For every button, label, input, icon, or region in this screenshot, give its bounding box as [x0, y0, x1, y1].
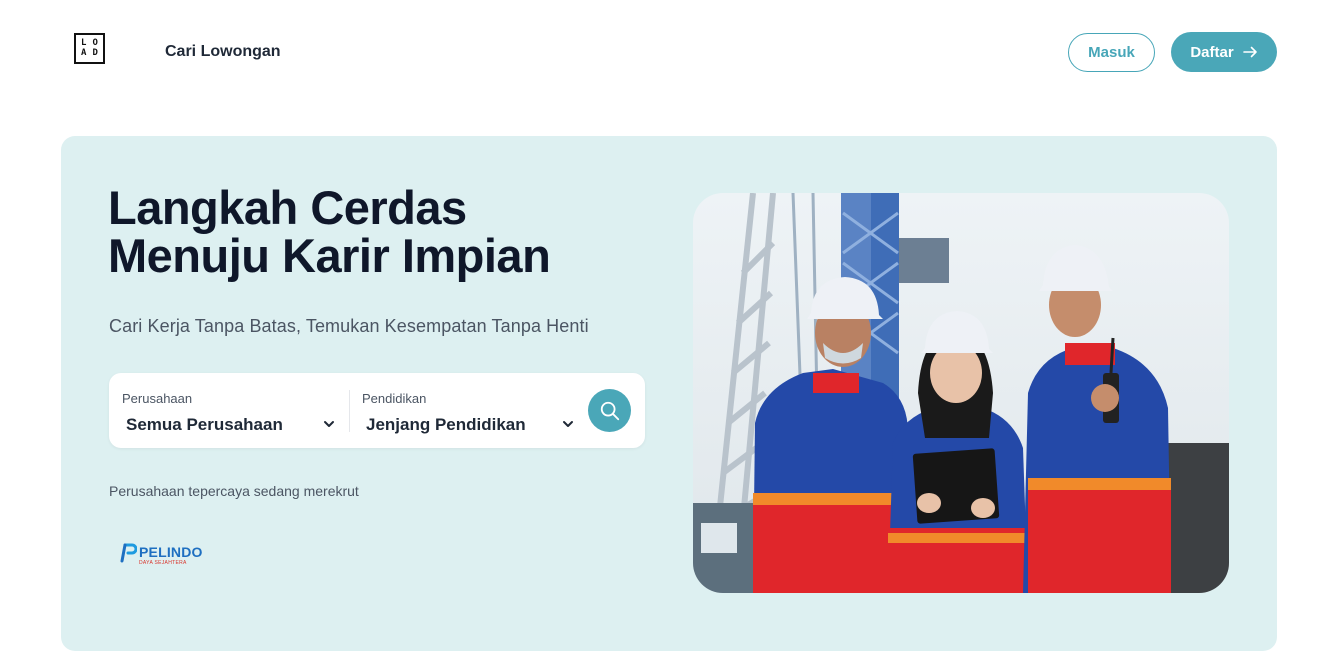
pelindo-mark-icon — [120, 543, 137, 563]
hero-subheadline: Cari Kerja Tanpa Batas, Temukan Kesempat… — [109, 316, 589, 336]
education-label: Pendidikan — [362, 391, 427, 406]
nav-cari-lowongan[interactable]: Cari Lowongan — [165, 43, 281, 61]
arrow-right-icon — [1242, 46, 1257, 58]
hero-headline: Langkah Cerdas Menuju Karir Impian — [108, 184, 668, 280]
login-button[interactable]: Masuk — [1068, 33, 1155, 72]
partner-tagline: DAYA SEJAHTERA — [139, 560, 187, 566]
load-logo[interactable]: L O A D — [66, 33, 114, 71]
logo-mark: L O A D — [74, 33, 105, 64]
hero-section: Langkah Cerdas Menuju Karir Impian Cari … — [61, 136, 1277, 651]
register-button-label: Daftar — [1190, 43, 1234, 61]
search-icon — [600, 401, 619, 420]
partner-name: PELINDO — [139, 544, 203, 560]
company-value: Semua Perusahaan — [126, 415, 283, 434]
pelindo-logo[interactable]: PELINDO DAYA SEJAHTERA — [119, 541, 209, 567]
chevron-down-icon — [324, 421, 334, 427]
job-search-bar: Perusahaan Semua Perusahaan Pendidikan J… — [109, 373, 645, 448]
container-bg — [1163, 443, 1229, 593]
chevron-down-icon — [563, 421, 573, 427]
site-header: L O A D Cari Lowongan Masuk Daftar — [0, 0, 1340, 104]
hero-photo — [693, 193, 1229, 593]
headline-line-1: Langkah Cerdas — [108, 181, 467, 234]
headline-line-2: Menuju Karir Impian — [108, 229, 551, 282]
workers-illustration — [693, 193, 1229, 593]
trusted-companies-text: Perusahaan tepercaya sedang merekrut — [109, 483, 359, 499]
register-button[interactable]: Daftar — [1171, 32, 1277, 72]
company-label: Perusahaan — [122, 391, 193, 406]
education-select[interactable]: Pendidikan Jenjang Pendidikan — [349, 390, 584, 434]
company-select[interactable]: Perusahaan Semua Perusahaan — [109, 373, 349, 448]
search-button[interactable] — [588, 389, 631, 432]
education-value: Jenjang Pendidikan — [366, 415, 526, 434]
